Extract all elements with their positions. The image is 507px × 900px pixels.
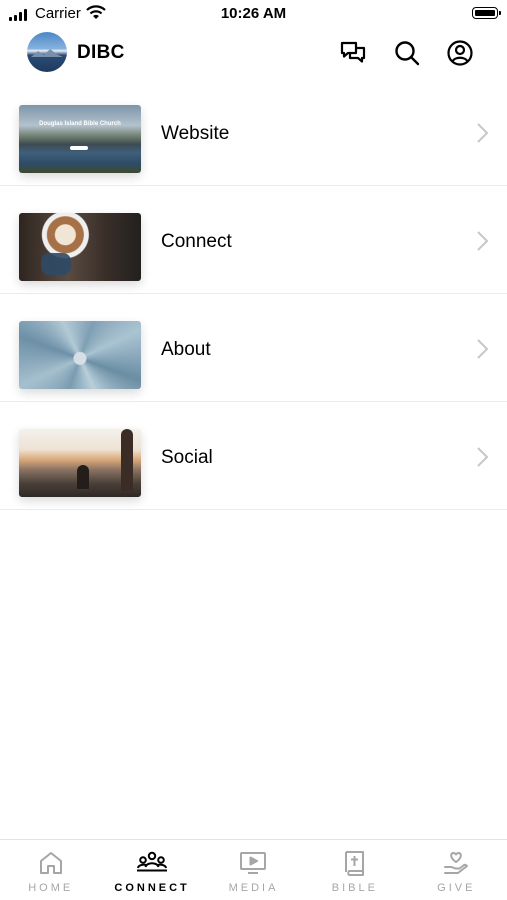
profile-icon[interactable] [446, 39, 474, 67]
tv-play-icon [240, 852, 267, 874]
about-thumbnail [19, 321, 141, 389]
tab-give[interactable]: GIVE [406, 840, 507, 900]
tab-label: HOME [28, 882, 74, 894]
home-icon [39, 852, 62, 874]
menu-item-label: About [161, 339, 211, 360]
menu-item-label: Social [161, 447, 213, 468]
battery-icon [472, 7, 501, 19]
app-header: DIBC [0, 30, 507, 76]
website-thumbnail: Douglas Island Bible Church [19, 105, 141, 173]
tab-media[interactable]: MEDIA [203, 840, 304, 900]
chevron-right-icon [477, 231, 489, 251]
thumbnail-caption: Douglas Island Bible Church [39, 121, 121, 127]
tab-label: MEDIA [228, 882, 279, 894]
tab-connect[interactable]: CONNECT [101, 840, 202, 900]
connect-thumbnail [19, 213, 141, 281]
app-title: DIBC [77, 42, 125, 63]
social-thumbnail [19, 429, 141, 497]
tab-home[interactable]: HOME [0, 840, 101, 900]
menu-item-social[interactable]: Social [0, 402, 507, 510]
heart-hand-icon [444, 852, 469, 874]
tab-bar: HOME CONNECT MEDIA BIBLE GIVE [0, 839, 507, 900]
chevron-right-icon [477, 339, 489, 359]
tab-bible[interactable]: BIBLE [304, 840, 405, 900]
menu-item-about[interactable]: About [0, 294, 507, 402]
status-bar: Carrier 10:26 AM [0, 0, 507, 28]
tab-label: CONNECT [114, 882, 190, 894]
chat-icon[interactable] [339, 39, 367, 67]
tab-label: GIVE [437, 882, 476, 894]
search-icon[interactable] [393, 39, 421, 67]
church-logo[interactable] [27, 32, 67, 72]
menu-item-connect[interactable]: Connect [0, 186, 507, 294]
clock: 10:26 AM [220, 5, 287, 22]
chevron-right-icon [477, 447, 489, 467]
bible-icon [344, 851, 364, 876]
menu-item-label: Connect [161, 231, 232, 252]
chevron-right-icon [477, 123, 489, 143]
menu-list: Douglas Island Bible Church Website Conn… [0, 78, 507, 510]
menu-item-website[interactable]: Douglas Island Bible Church Website [0, 78, 507, 186]
thumbnail-button-graphic [70, 146, 88, 150]
tab-label: BIBLE [331, 882, 378, 894]
menu-item-label: Website [161, 123, 230, 144]
group-icon [137, 851, 168, 872]
